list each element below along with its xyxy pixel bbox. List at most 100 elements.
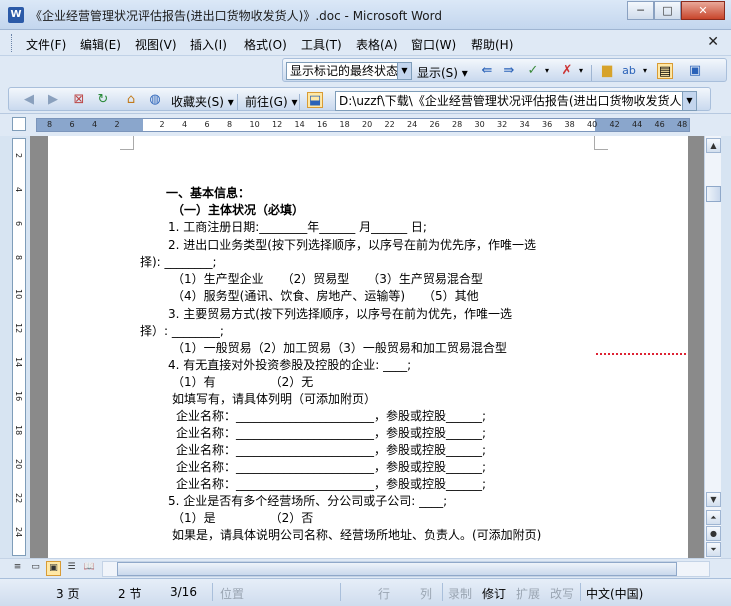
forward-icon[interactable]: ▶	[45, 92, 61, 108]
menu-window[interactable]: 窗口(W)	[411, 36, 456, 53]
next-change-icon[interactable]: ⇛	[501, 63, 517, 79]
reviewing-toolbar-bar: 显示标记的最终状态 ▼ 显示(S) ▾ ⇚ ⇛ ✓ ▾ ✗ ▾ ▆ ab ▾ ▤…	[282, 58, 727, 82]
vertical-ruler-tick-label: 22	[14, 493, 23, 504]
status-separator	[340, 583, 341, 601]
toolbar-separator	[237, 94, 238, 110]
spelling-error-marker	[596, 352, 686, 355]
vertical-ruler[interactable]: 2 4 6 8 10 12 14 16 18 20 22 24	[12, 138, 26, 556]
crop-mark-top-left	[120, 136, 134, 150]
vertical-scroll-thumb[interactable]	[706, 186, 721, 202]
maximize-button[interactable]: □	[654, 1, 681, 20]
status-column: 列	[420, 587, 433, 601]
menu-grip-handle[interactable]	[11, 34, 14, 52]
stop-icon[interactable]: ⊠	[71, 92, 87, 108]
ruler-tick-label: 24	[407, 120, 418, 129]
close-document-icon[interactable]: ✕	[707, 34, 719, 50]
ruler-tick-label: 14	[294, 120, 305, 129]
status-position: 位置	[220, 587, 245, 601]
document-page[interactable]: 一、基本信息： （一）主体状况（必填） 1. 工商注册日期:________年_…	[48, 136, 688, 558]
horizontal-ruler[interactable]: 8 6 4 2 2 4 6 8 10 12 14 16 18 20 22 24 26 28 30 32 34 36 38 40…	[36, 118, 690, 132]
show-menu-button[interactable]: 显示(S) ▾	[417, 64, 468, 81]
reviewing-pane-toggle-icon[interactable]: ▣	[687, 63, 703, 79]
address-dropdown-icon[interactable]: ▼	[682, 92, 696, 110]
show-only-web-toolbar-icon[interactable]: ⬓	[307, 92, 323, 108]
search-web-icon[interactable]: ◍	[147, 92, 163, 108]
address-field[interactable]: D:\uzzf\下载\《企业经营管理状况评估报告(进出口货物收发货人 ▼	[335, 91, 697, 111]
goto-menu-button[interactable]: 前往(G) ▾	[245, 93, 298, 110]
scroll-up-icon[interactable]: ▲	[706, 138, 721, 153]
select-browse-object-icon[interactable]: ●	[706, 526, 721, 541]
doc-line: 企业名称：_______________________，参股或控股______…	[176, 409, 487, 423]
ruler-tick-label: 28	[452, 120, 463, 129]
web-layout-view-icon[interactable]: ▭	[28, 561, 43, 576]
comment-icon[interactable]: ▆	[599, 63, 615, 79]
ruler-tick-label: 6	[69, 120, 75, 129]
word-app-icon[interactable]: W	[8, 7, 24, 23]
previous-page-icon[interactable]: ⏶	[706, 510, 721, 525]
track-changes-icon[interactable]: ab	[621, 63, 637, 79]
reject-dropdown-icon[interactable]: ▾	[573, 63, 589, 79]
horizontal-scroll-thumb[interactable]	[117, 562, 677, 576]
doc-subheading-subject: （一）主体状况（必填）	[172, 203, 305, 217]
menu-insert[interactable]: 插入(I)	[190, 36, 227, 53]
doc-line: 5. 企业是否有多个经营场所、分公司或子公司: ____;	[168, 494, 448, 508]
ruler-tick-label: 2	[159, 120, 165, 129]
normal-view-icon[interactable]: ≡	[10, 561, 25, 576]
status-separator	[442, 583, 443, 601]
home-icon[interactable]: ⌂	[123, 92, 139, 108]
scroll-down-icon[interactable]: ▼	[706, 492, 721, 507]
vertical-ruler-tick-label: 10	[14, 289, 23, 300]
refresh-icon[interactable]: ↻	[95, 92, 111, 108]
reviewing-pane-icon[interactable]: ▤	[657, 63, 673, 79]
vertical-scrollbar[interactable]: ▲ ▼ ⏶ ● ⏷	[704, 136, 721, 558]
accept-dropdown-icon[interactable]: ▾	[539, 63, 555, 79]
ruler-tick-label: 36	[542, 120, 553, 129]
horizontal-scrollbar[interactable]	[102, 561, 710, 577]
ruler-tick-label: 10	[249, 120, 260, 129]
menu-edit[interactable]: 编辑(E)	[80, 36, 121, 53]
doc-line: 4. 有无直接对外投资参股及控股的企业: ____;	[168, 358, 412, 372]
doc-line: 择): ________;	[140, 255, 217, 269]
ruler-tick-label: 8	[227, 120, 233, 129]
track-dropdown-icon[interactable]: ▾	[637, 63, 653, 79]
menu-file[interactable]: 文件(F)	[26, 36, 66, 53]
chevron-down-icon[interactable]: ▼	[397, 63, 411, 79]
status-revise[interactable]: 修订	[482, 585, 506, 602]
favorites-label: 收藏夹(S)	[171, 95, 224, 109]
markup-display-select[interactable]: 显示标记的最终状态 ▼	[286, 62, 412, 80]
menu-table[interactable]: 表格(A)	[356, 36, 398, 53]
outline-view-icon[interactable]: ☰	[64, 561, 79, 576]
status-extend[interactable]: 扩展	[516, 585, 540, 602]
print-layout-view-icon[interactable]: ▣	[46, 561, 61, 576]
toolbar-separator	[299, 94, 300, 110]
tab-selector[interactable]	[12, 117, 26, 131]
doc-line: 企业名称：_______________________，参股或控股______…	[176, 460, 487, 474]
menu-view[interactable]: 视图(V)	[135, 36, 177, 53]
doc-line: 如填写有，请具体列明（可添加附页）	[172, 392, 377, 406]
doc-line: 2. 进出口业务类型(按下列选择顺序，以序号在前为优先序，作唯一选	[168, 238, 536, 252]
doc-line: （1）生产型企业 （2）贸易型 （3）生产贸易混合型	[172, 272, 483, 286]
ruler-tick-label: 4	[182, 120, 188, 129]
menu-help[interactable]: 帮助(H)	[471, 36, 513, 53]
reading-layout-view-icon[interactable]: 📖	[82, 561, 97, 576]
doc-line: 企业名称：_______________________，参股或控股______…	[176, 443, 487, 457]
vertical-ruler-tick-label: 14	[14, 357, 23, 368]
status-overwrite[interactable]: 改写	[550, 585, 574, 602]
ruler-tick-label: 44	[632, 120, 643, 129]
close-window-button[interactable]: ✕	[681, 1, 725, 20]
back-icon[interactable]: ◀	[21, 92, 37, 108]
menu-format[interactable]: 格式(O)	[244, 36, 287, 53]
ruler-tick-label: 42	[609, 120, 620, 129]
address-value: D:\uzzf\下载\《企业经营管理状况评估报告(进出口货物收发货人	[339, 94, 682, 108]
ruler-tick-label: 4	[92, 120, 98, 129]
minimize-button[interactable]: ─	[627, 1, 654, 20]
favorites-menu-button[interactable]: 收藏夹(S) ▾	[171, 93, 234, 110]
doc-line: 企业名称：_______________________，参股或控股______…	[176, 477, 487, 491]
previous-change-icon[interactable]: ⇚	[479, 63, 495, 79]
next-page-icon[interactable]: ⏷	[706, 542, 721, 557]
menu-tools[interactable]: 工具(T)	[301, 36, 342, 53]
status-record[interactable]: 录制	[448, 585, 472, 602]
horizontal-ruler-row: 8 6 4 2 2 4 6 8 10 12 14 16 18 20 22 24 26 28 30 32 34 36 38 40…	[0, 114, 731, 136]
doc-line: （1）有 （2）无	[172, 375, 314, 389]
doc-line: 企业名称：_______________________，参股或控股______…	[176, 426, 487, 440]
